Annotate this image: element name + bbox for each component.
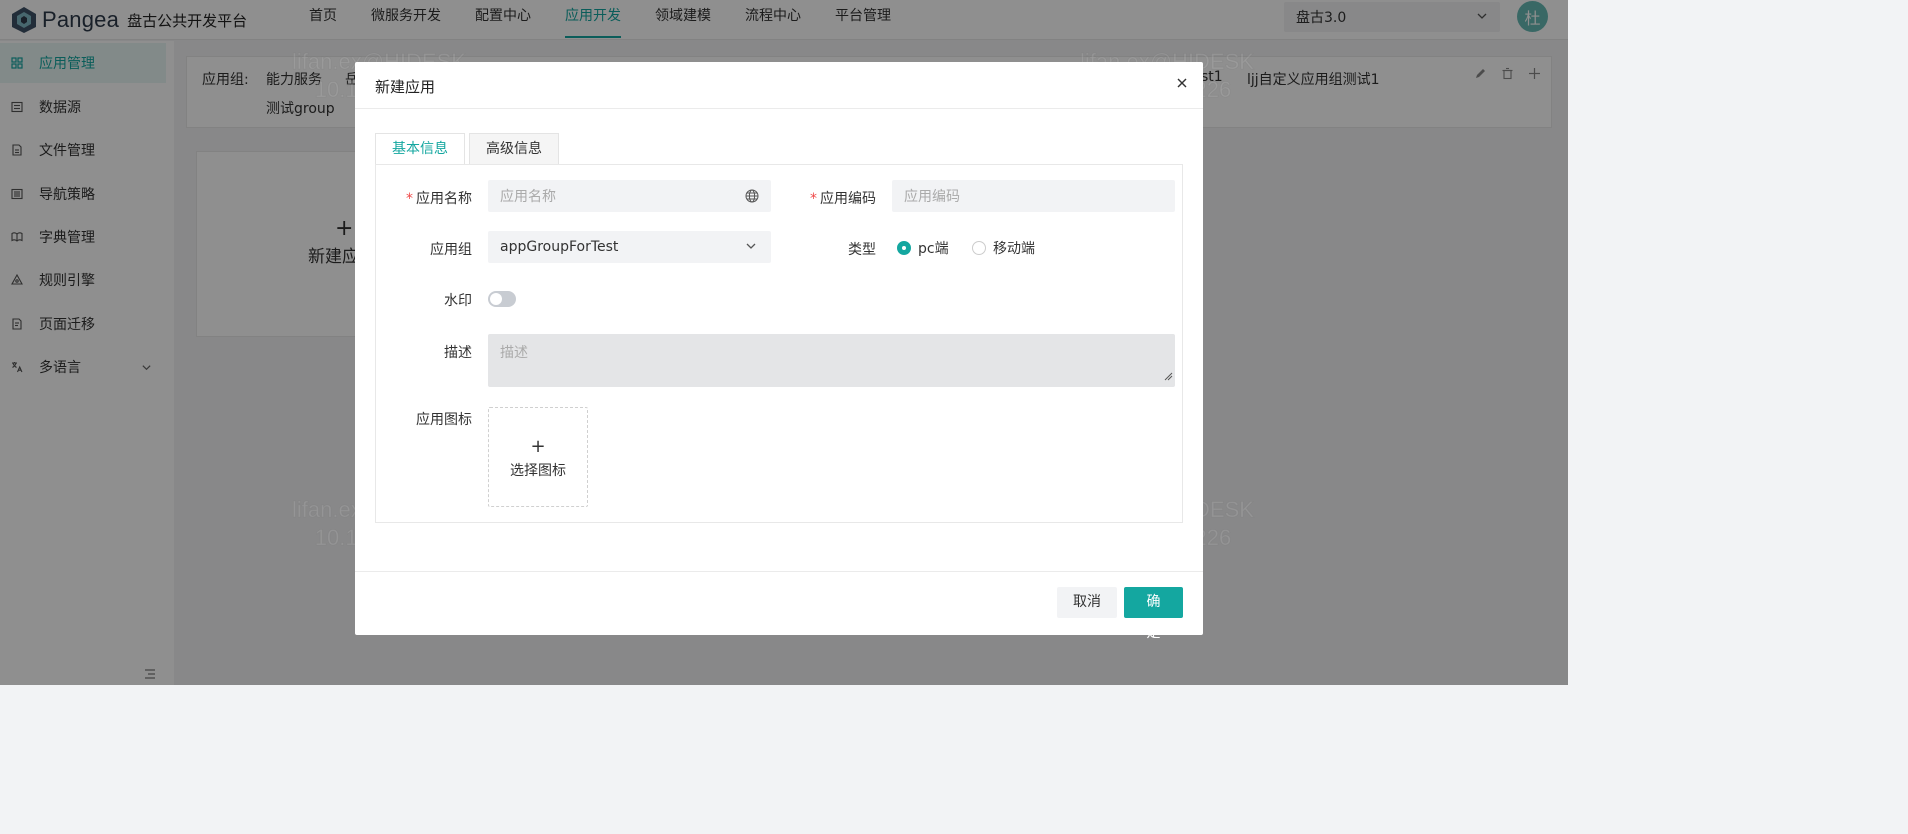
tab-basic-info[interactable]: 基本信息 (375, 133, 465, 165)
radio-pc[interactable]: pc端 (897, 238, 949, 258)
cancel-button[interactable]: 取消 (1057, 587, 1117, 618)
required-mark: * (810, 191, 817, 207)
type-label: 类型 (848, 242, 876, 258)
tab-panel-basic: * 应用名称 应用名称 * 应用编码 应用编码 应用组 appGroupForTes… (375, 164, 1183, 523)
app-name-label: * 应用名称 (406, 191, 472, 207)
watermark-label: 水印 (444, 293, 472, 309)
watermark-switch[interactable] (488, 291, 516, 307)
confirm-button[interactable]: 确定 (1124, 587, 1183, 641)
chevron-down-icon (745, 240, 759, 254)
app-group-label: 应用组 (430, 242, 472, 258)
upload-label: 选择图标 (510, 463, 566, 479)
close-icon[interactable] (1175, 76, 1189, 90)
divider (355, 108, 1203, 109)
dialog-tabs: 基本信息 高级信息 (375, 133, 563, 165)
radio-mobile[interactable]: 移动端 (972, 238, 1035, 258)
description-textarea[interactable]: 描述 (488, 334, 1175, 387)
required-mark: * (406, 191, 413, 207)
tab-advanced-info[interactable]: 高级信息 (469, 133, 559, 165)
app-name-input[interactable]: 应用名称 (488, 180, 771, 212)
resize-handle-icon[interactable] (1164, 369, 1173, 385)
description-label: 描述 (444, 345, 472, 361)
app-code-label: * 应用编码 (810, 191, 876, 207)
app-icon-label: 应用图标 (416, 412, 472, 428)
radio-checked-icon (897, 241, 911, 255)
radio-unchecked-icon (972, 241, 986, 255)
app-group-select[interactable]: appGroupForTest (488, 231, 771, 263)
app-code-input[interactable]: 应用编码 (892, 180, 1175, 212)
new-app-dialog: 新建应用 基本信息 高级信息 * 应用名称 应用名称 * 应用编码 应用编码 应用组… (355, 62, 1203, 641)
divider (355, 571, 1203, 572)
icon-upload[interactable]: + 选择图标 (488, 407, 588, 507)
globe-icon[interactable] (745, 189, 759, 203)
dialog-title: 新建应用 (375, 78, 436, 96)
plus-icon: + (530, 436, 546, 457)
